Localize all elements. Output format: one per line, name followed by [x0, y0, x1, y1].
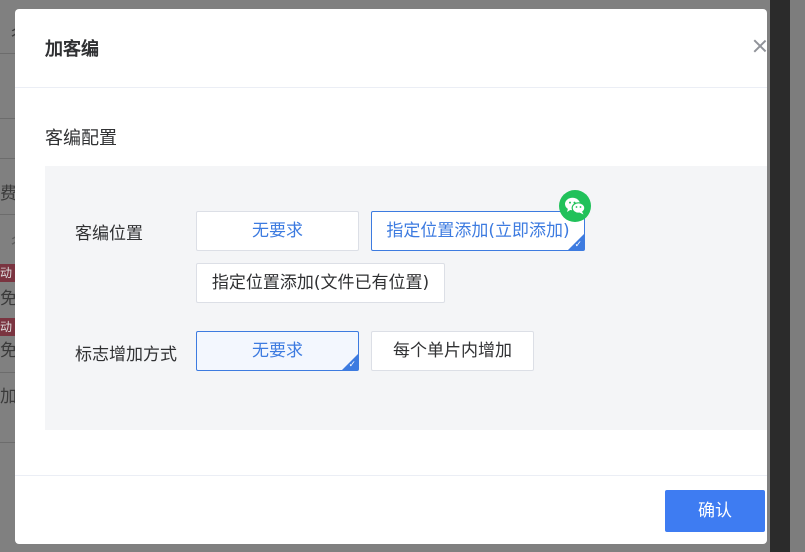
background-scroll-track	[770, 0, 790, 552]
mark-option-no-requirement-label: 无要求	[252, 341, 303, 361]
dialog-header: 加客编	[15, 9, 767, 88]
position-row-label: 客编位置	[75, 224, 143, 244]
mark-option-no-requirement[interactable]: 无要求 ✓	[196, 331, 359, 371]
dialog-footer	[15, 475, 767, 544]
checkmark-icon: ✓	[348, 360, 356, 370]
mark-row-label: 标志增加方式	[75, 345, 177, 365]
position-option-existing-position[interactable]: 指定位置添加(文件已有位置)	[196, 263, 445, 303]
mark-option-per-piece[interactable]: 每个单片内增加	[371, 331, 534, 371]
checkmark-icon: ✓	[574, 240, 582, 250]
wechat-icon	[559, 190, 591, 222]
position-option-immediate-add[interactable]: 指定位置添加(立即添加) ✓	[371, 211, 585, 251]
position-option-no-requirement[interactable]: 无要求	[196, 211, 359, 251]
dialog-title: 加客编	[45, 39, 99, 60]
close-icon[interactable]	[751, 37, 767, 55]
add-customer-code-dialog: 加客编 客编配置 客编位置 无要求 指定位置添加(立即添加) ✓ 指定位置添加(…	[15, 9, 767, 544]
section-title: 客编配置	[45, 128, 117, 149]
background-edge	[790, 0, 805, 552]
confirm-button[interactable]: 确认	[665, 490, 765, 532]
position-option-immediate-add-label: 指定位置添加(立即添加)	[386, 221, 570, 241]
